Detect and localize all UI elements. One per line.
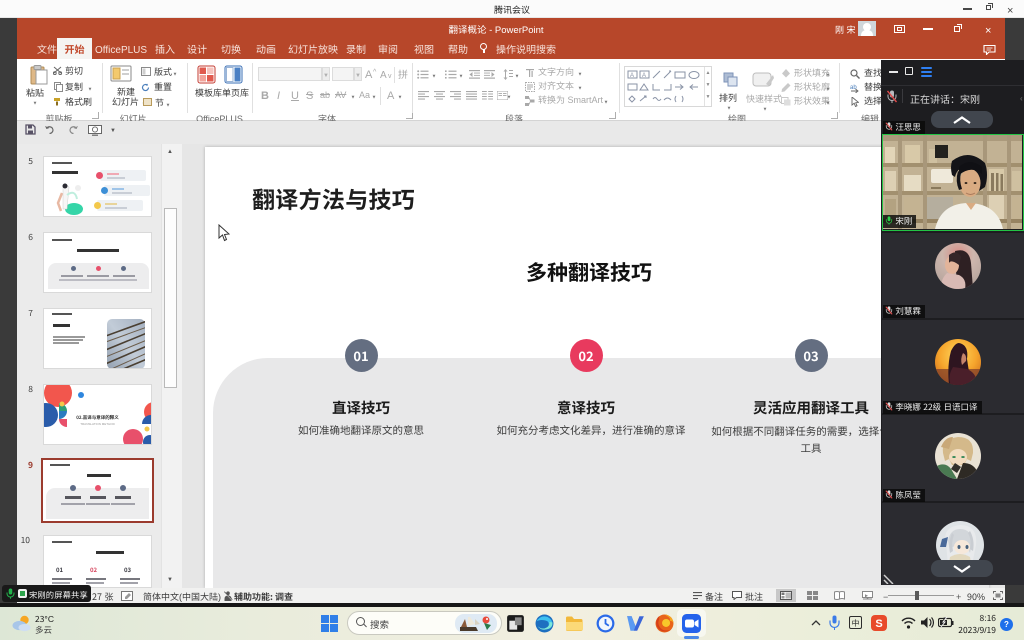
svg-text:A: A (630, 70, 634, 79)
svg-text:A: A (642, 70, 646, 79)
